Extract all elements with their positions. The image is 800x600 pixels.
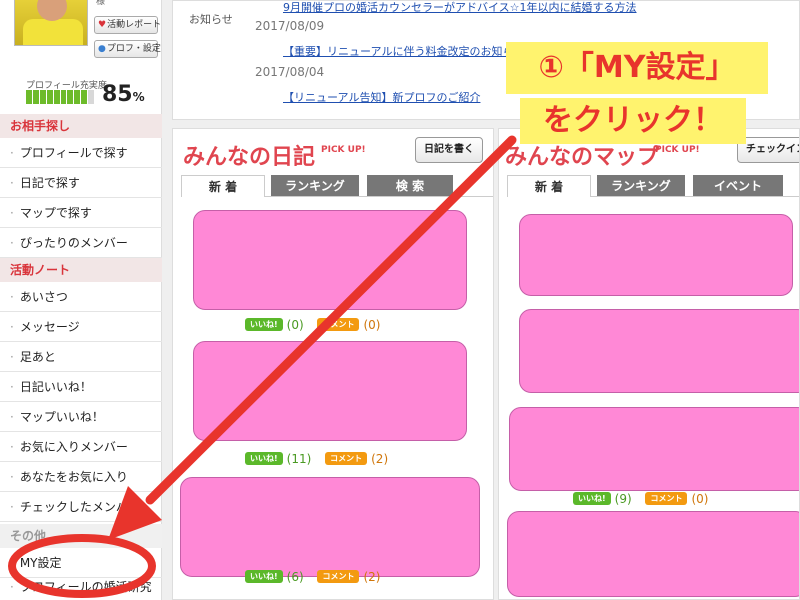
completion-segment bbox=[46, 90, 53, 104]
completion-segment bbox=[26, 90, 32, 104]
diary-title: みんなの日記 bbox=[183, 145, 316, 170]
write-diary-button[interactable]: 日記を書く bbox=[415, 137, 483, 163]
map-panel: みんなのマップ PICK UP! チェックイン 新 着 ランキング イベント い… bbox=[498, 128, 800, 600]
annotation-line-2: をクリック！ bbox=[520, 98, 746, 144]
completion-segment bbox=[88, 90, 95, 104]
diary-post-card[interactable] bbox=[193, 210, 467, 310]
diary-panel: みんなの日記 PICK UP! 日記を書く 新 着 ランキング 検 索 いいね!… bbox=[172, 128, 494, 600]
map-post-card[interactable] bbox=[507, 511, 799, 597]
heart-icon: ♥ bbox=[98, 20, 107, 30]
notice-date: 2017/08/09 bbox=[255, 19, 325, 33]
notice-date: 2017/08/04 bbox=[255, 65, 325, 79]
profile-settings-button[interactable]: ●プロフ・設定 bbox=[94, 40, 161, 58]
user-name-suffix: 様 bbox=[96, 0, 106, 7]
completion-segment bbox=[53, 90, 60, 104]
like-badge[interactable]: いいね! bbox=[573, 492, 611, 505]
diary-post-card[interactable] bbox=[180, 477, 480, 577]
completion-segment bbox=[39, 90, 46, 104]
tab-diary-search[interactable]: 検 索 bbox=[367, 175, 453, 197]
completion-segment bbox=[60, 90, 67, 104]
map-post-card[interactable] bbox=[519, 309, 799, 393]
tab-map-events[interactable]: イベント bbox=[693, 175, 783, 197]
tab-diary-ranking[interactable]: ランキング bbox=[271, 175, 359, 197]
avatar[interactable] bbox=[14, 0, 88, 46]
comment-badge[interactable]: コメント bbox=[317, 570, 360, 583]
completion-segment bbox=[81, 90, 88, 104]
section-activity-note: 活動ノート bbox=[0, 258, 162, 282]
diary-post-stats: いいね! (6) コメント (2) bbox=[245, 569, 380, 584]
map-post-card[interactable] bbox=[509, 407, 799, 491]
sidebar-item-favorited-by[interactable]: あなたをお気に入り bbox=[0, 462, 162, 492]
comment-badge[interactable]: コメント bbox=[325, 452, 368, 465]
sidebar-item-messages[interactable]: メッセージ bbox=[0, 312, 162, 342]
completion-segment bbox=[67, 90, 74, 104]
sidebar-item-footprints[interactable]: 足あと bbox=[0, 342, 162, 372]
notice-link[interactable]: 【リニューアル告知】新プロフのご紹介 bbox=[283, 89, 480, 105]
notice-link[interactable]: 9月開催プロの婚活カウンセラーがアドバイス☆1年以内に結婚する方法 bbox=[283, 0, 637, 15]
map-pickup-label: PICK UP! bbox=[655, 145, 700, 155]
diary-post-stats: いいね! (0) コメント (0) bbox=[245, 317, 380, 332]
diary-post-card[interactable] bbox=[193, 341, 467, 441]
annotation-line-1: ①「MY設定」 bbox=[506, 42, 768, 94]
like-badge[interactable]: いいね! bbox=[245, 318, 283, 331]
map-post-card[interactable] bbox=[519, 214, 793, 296]
sidebar-item-matching-members[interactable]: ぴったりのメンバー bbox=[0, 228, 162, 258]
tab-map-new[interactable]: 新 着 bbox=[507, 175, 591, 197]
sidebar: 様 ♥活動レポート ●プロフ・設定 プロフィール充実度 85% お相手探し プロ… bbox=[0, 0, 162, 600]
notice-label: お知らせ bbox=[189, 13, 233, 26]
comment-badge[interactable]: コメント bbox=[317, 318, 360, 331]
like-badge[interactable]: いいね! bbox=[245, 570, 283, 583]
checkin-button[interactable]: チェックイン bbox=[737, 137, 799, 163]
section-search: お相手探し bbox=[0, 114, 162, 138]
profile-completion-value: 85% bbox=[102, 82, 145, 107]
activity-report-button[interactable]: ♥活動レポート bbox=[94, 16, 161, 34]
sidebar-item-favorite-members[interactable]: お気に入りメンバー bbox=[0, 432, 162, 462]
sidebar-item-checked-members[interactable]: チェックしたメンバー bbox=[0, 492, 162, 522]
sidebar-item-greetings[interactable]: あいさつ bbox=[0, 282, 162, 312]
tab-map-ranking[interactable]: ランキング bbox=[597, 175, 685, 197]
sidebar-item-konkatsu-study[interactable]: プロフィールの婚活研究 bbox=[0, 572, 162, 600]
diary-pickup-label: PICK UP! bbox=[321, 145, 366, 155]
like-badge[interactable]: いいね! bbox=[245, 452, 283, 465]
profile-completion-bar bbox=[26, 90, 95, 104]
completion-segment bbox=[74, 90, 81, 104]
gear-icon: ● bbox=[98, 44, 106, 54]
sidebar-item-profile-search[interactable]: プロフィールで探す bbox=[0, 138, 162, 168]
section-other: その他 bbox=[0, 524, 162, 548]
completion-segment bbox=[32, 90, 39, 104]
sidebar-item-map-search[interactable]: マップで探す bbox=[0, 198, 162, 228]
sidebar-item-map-likes[interactable]: マップいいね！ bbox=[0, 402, 162, 432]
map-post-stats: いいね! (9) コメント (0) bbox=[573, 491, 708, 506]
tab-diary-new[interactable]: 新 着 bbox=[181, 175, 265, 197]
notice-link[interactable]: 【重要】リニューアルに伴う料金改定のお知らせ bbox=[283, 43, 524, 59]
diary-post-stats: いいね! (11) コメント (2) bbox=[245, 451, 388, 466]
comment-badge[interactable]: コメント bbox=[645, 492, 688, 505]
sidebar-item-diary-likes[interactable]: 日記いいね！ bbox=[0, 372, 162, 402]
sidebar-item-diary-search[interactable]: 日記で探す bbox=[0, 168, 162, 198]
